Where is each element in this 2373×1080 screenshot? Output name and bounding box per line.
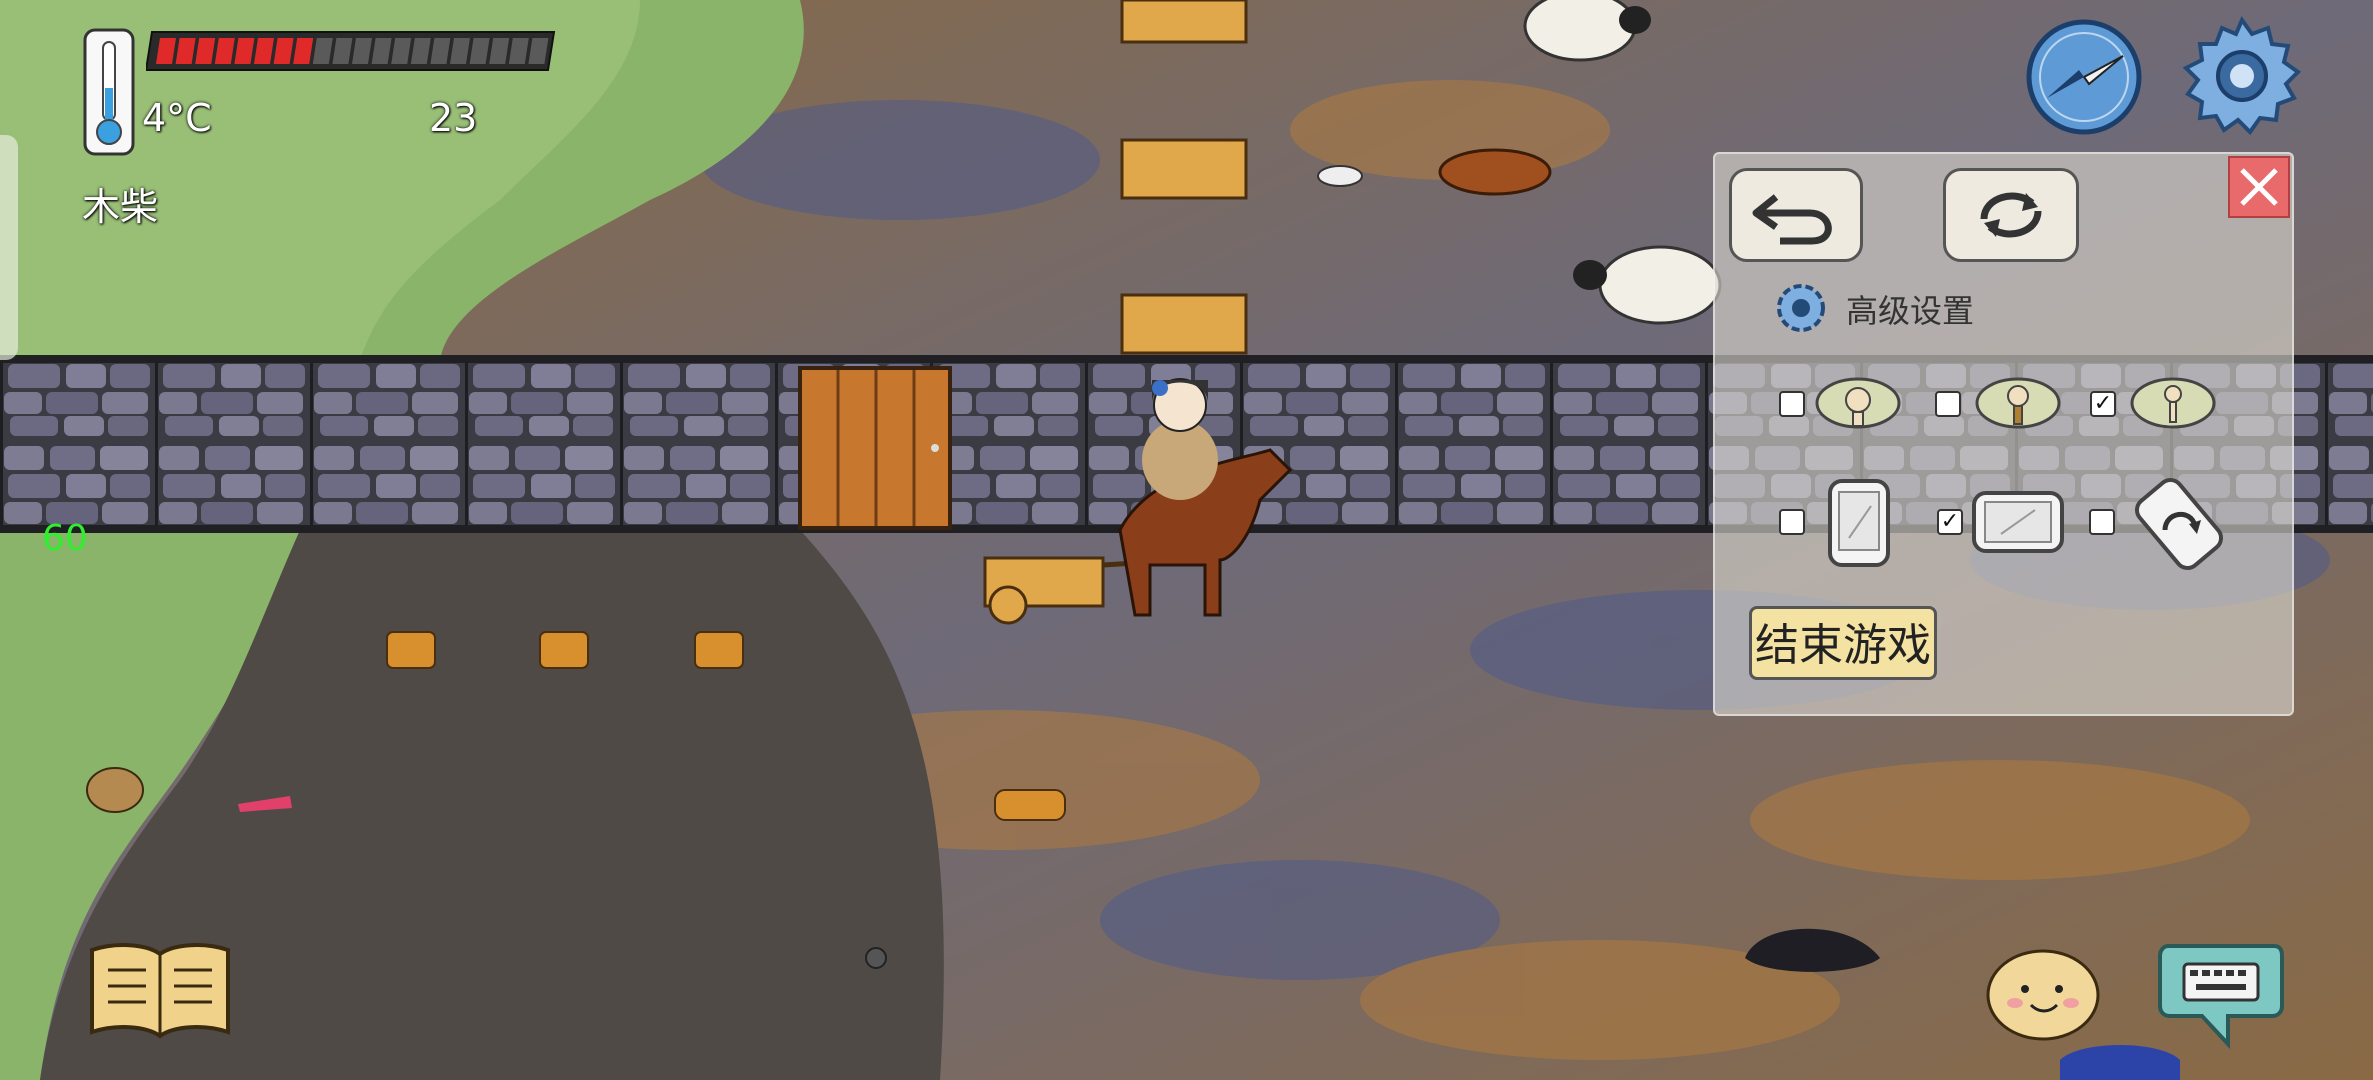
phone-landscape-icon [1971, 490, 2065, 554]
undo-arrow-icon [1752, 194, 1832, 245]
refresh-arrows-icon [1980, 192, 2042, 238]
view-option-3-checkbox[interactable]: ✓ [2090, 391, 2116, 417]
auto-rotate-checkbox[interactable] [2089, 509, 2115, 535]
undo-button[interactable] [1729, 168, 1863, 262]
view-option-1-checkbox[interactable] [1779, 391, 1805, 417]
eye-view-icon [1815, 376, 1901, 430]
recipe-book-icon[interactable] [86, 940, 234, 1040]
fps-counter: 60 [42, 518, 88, 559]
eye-view-icon [2130, 376, 2216, 430]
landscape-mode-checkbox[interactable]: ✓ [1937, 509, 1963, 535]
health-bar [144, 30, 556, 72]
advanced-settings-gear-icon [1773, 280, 1829, 336]
portrait-mode-checkbox[interactable] [1779, 509, 1805, 535]
held-item-label: 木柴 [82, 185, 159, 229]
food-counter: 23 [429, 96, 478, 140]
settings-gear-icon[interactable] [2180, 14, 2304, 138]
close-icon [2240, 168, 2278, 206]
close-button[interactable] [2228, 156, 2290, 218]
settings-panel: 高级设置 ✓ ✓ 结束游戏 [1713, 152, 2294, 716]
emote-face-icon[interactable] [1985, 945, 2101, 1041]
wooden-door[interactable] [798, 366, 952, 530]
end-game-button[interactable]: 结束游戏 [1749, 606, 1937, 680]
phone-portrait-icon [1827, 478, 1891, 568]
advanced-settings-title: 高级设置 [1846, 292, 1975, 330]
view-option-2-checkbox[interactable] [1935, 391, 1961, 417]
rotate-screen-icon [2129, 474, 2229, 574]
thermometer-icon [83, 28, 135, 156]
refresh-button[interactable] [1943, 168, 2079, 262]
left-edge-handle[interactable] [0, 135, 18, 360]
temperature-readout: 4°C [142, 96, 212, 140]
eye-view-icon [1975, 376, 2061, 430]
compass-icon[interactable] [2025, 18, 2143, 136]
keyboard-chat-icon[interactable] [2158, 940, 2284, 1052]
